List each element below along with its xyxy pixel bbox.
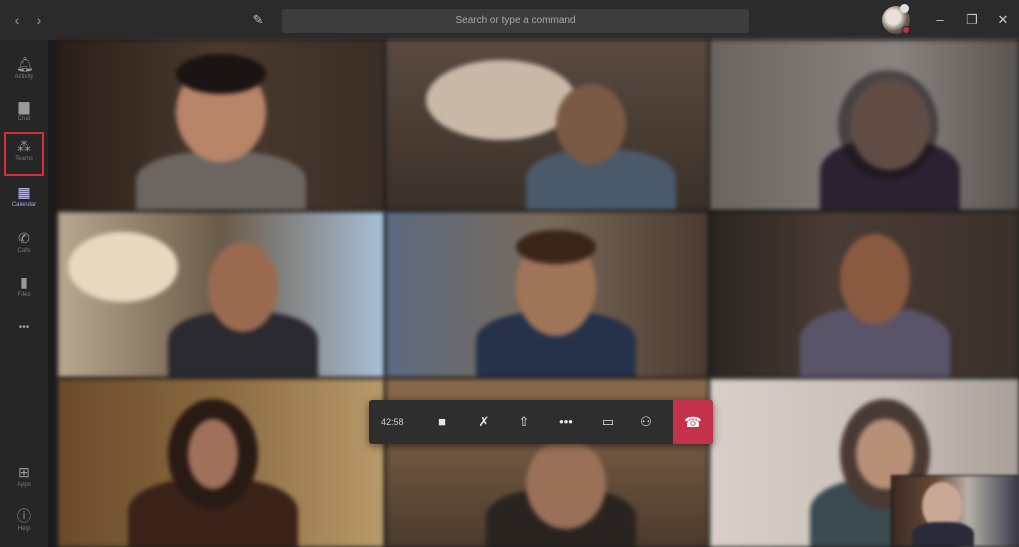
rail-item-activity[interactable]: 🔔︎ Activity: [4, 52, 44, 96]
rail-item-label: Teams: [15, 156, 33, 162]
microphone-muted-icon[interactable]: ✗: [473, 411, 495, 433]
self-view-video[interactable]: [891, 475, 1019, 547]
participant-video-tile[interactable]: [58, 379, 384, 547]
rail-item-label: Activity: [14, 74, 34, 80]
chevron-left-icon[interactable]: ‹: [8, 11, 26, 29]
file-icon: ▮: [20, 274, 28, 290]
app-rail: 🔔︎ Activity ▆ Chat ⁂ Teams ▦ Calendar ✆ …: [0, 40, 48, 547]
call-control-bar: 42:58 ■ ✗ ⇧ ••• ▭ ⚇ ☎: [369, 400, 713, 444]
rail-item-label: Calendar: [11, 202, 37, 208]
participant-video-tile[interactable]: [58, 212, 384, 377]
chat-icon: ▆: [18, 98, 30, 114]
search-input[interactable]: [282, 9, 749, 33]
participant-video-tile[interactable]: [58, 40, 384, 210]
participant-video-tile[interactable]: [386, 212, 708, 377]
participant-video-tile[interactable]: [710, 40, 1019, 210]
status-badge: [902, 26, 910, 34]
rail-item-label: Files: [17, 292, 31, 298]
compose-icon[interactable]: ✎: [249, 11, 267, 29]
bell-icon: 🔔︎: [16, 56, 34, 72]
rail-item-label: Apps: [17, 482, 31, 488]
teams-meeting-window: ‹ › ✎ – ❐ ✕ 🔔︎ Activity ▆ Chat ⁂ Teams ▦…: [0, 0, 1019, 547]
title-bar: ‹ › ✎ – ❐ ✕: [0, 0, 1019, 40]
chat-icon[interactable]: ▭: [597, 411, 619, 433]
participant-video-tile[interactable]: [386, 40, 708, 210]
restore-icon[interactable]: ❐: [962, 10, 982, 30]
participants-icon[interactable]: ⚇: [635, 411, 657, 433]
camera-icon[interactable]: ■: [431, 411, 453, 433]
rail-item-label: Calls: [17, 248, 31, 254]
call-timer: 42:58: [381, 417, 404, 427]
rail-item-apps[interactable]: ⊞ Apps: [4, 460, 44, 504]
close-icon[interactable]: ✕: [993, 10, 1013, 30]
participant-video-tile[interactable]: [710, 212, 1019, 377]
rail-item-teams[interactable]: ⁂ Teams: [4, 132, 44, 176]
teams-icon: ⁂: [17, 138, 31, 154]
help-icon: ⓘ: [17, 508, 31, 524]
video-grid: [58, 40, 1019, 547]
rail-item-calendar[interactable]: ▦ Calendar: [4, 180, 44, 224]
rail-item-help[interactable]: ⓘ Help: [4, 504, 44, 547]
more-options-icon[interactable]: •••: [555, 411, 577, 433]
phone-hangup-icon[interactable]: ☎: [673, 400, 713, 444]
chevron-right-icon[interactable]: ›: [30, 11, 48, 29]
minimize-icon[interactable]: –: [930, 10, 950, 30]
calendar-icon: ▦: [17, 184, 31, 200]
phone-icon: ✆: [18, 230, 30, 246]
avatar-badge: [900, 4, 909, 13]
rail-item-calls[interactable]: ✆ Calls: [4, 226, 44, 270]
rail-item-label: Chat: [17, 116, 31, 122]
apps-icon: ⊞: [18, 464, 30, 480]
rail-item-files[interactable]: ▮ Files: [4, 270, 44, 314]
rail-item-more[interactable]: •••: [4, 316, 44, 360]
rail-item-label: Help: [17, 526, 31, 532]
more-icon: •••: [18, 322, 30, 333]
share-screen-icon[interactable]: ⇧: [513, 411, 535, 433]
